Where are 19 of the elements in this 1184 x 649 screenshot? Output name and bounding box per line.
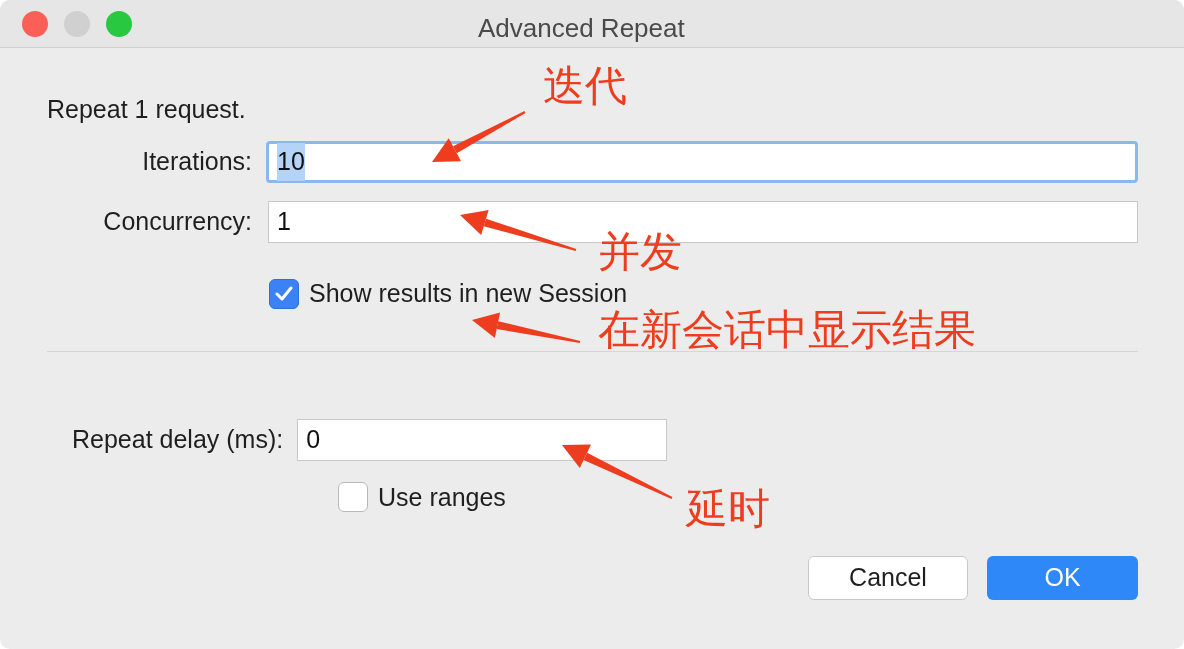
input-field[interactable]: 0 bbox=[297, 418, 668, 461]
annotation-text: 迭代 bbox=[543, 62, 627, 110]
checkbox[interactable] bbox=[338, 482, 368, 513]
intro-text: Repeat 1 request. bbox=[47, 94, 247, 124]
ok-button[interactable]: OK bbox=[987, 556, 1138, 600]
field-label: Iterations: bbox=[141, 146, 252, 178]
cancel-button[interactable]: Cancel bbox=[808, 556, 968, 600]
checkbox-label: Show results in new Session bbox=[309, 278, 628, 309]
annotation-text: 延时 bbox=[686, 485, 770, 533]
checkmark-icon bbox=[275, 285, 293, 302]
annotation-text: 在新会话中显示结果 bbox=[598, 306, 976, 354]
window-title: Advanced Repeat bbox=[478, 12, 685, 45]
checkbox[interactable] bbox=[269, 278, 299, 309]
input-field[interactable]: 10 bbox=[266, 141, 1138, 183]
field-label: Repeat delay (ms): bbox=[72, 423, 284, 455]
checkbox-label: Use ranges bbox=[378, 481, 506, 513]
zoom-button[interactable] bbox=[106, 10, 132, 37]
close-button[interactable] bbox=[22, 10, 48, 37]
field-label: Concurrency: bbox=[102, 206, 252, 238]
